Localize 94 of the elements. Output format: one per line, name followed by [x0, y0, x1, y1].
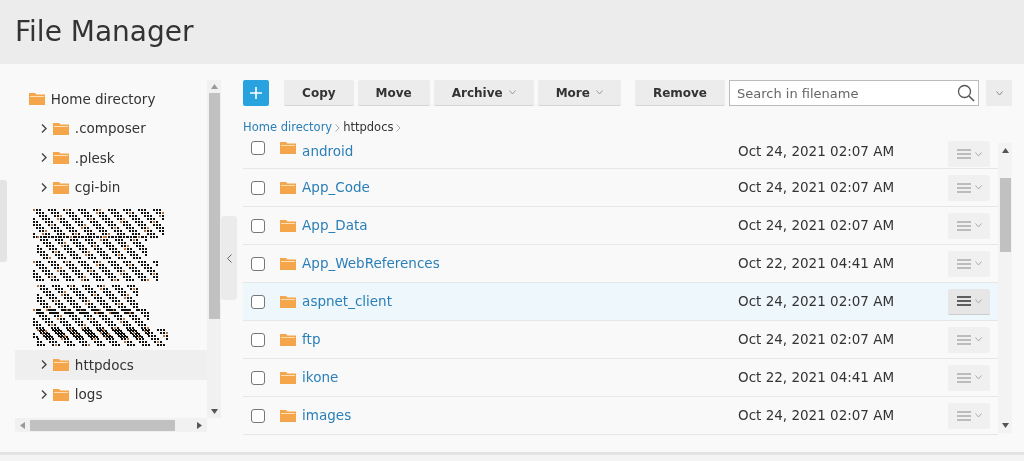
chevron-left-icon [226, 253, 232, 263]
tree-item[interactable]: Home directory [14, 84, 208, 114]
menu-icon [956, 149, 971, 159]
search-field[interactable]: Search in filename [729, 80, 979, 106]
menu-icon [956, 410, 971, 421]
tree-item[interactable]: httpdocs [14, 350, 208, 380]
checkbox[interactable] [251, 218, 266, 233]
modified-date: Oct 24, 2021 02:07 AM [738, 178, 896, 198]
modified-date: Oct 24, 2021 02:07 AM [738, 330, 896, 350]
breadcrumb-link[interactable]: Home directory [243, 119, 333, 137]
caret-icon [974, 261, 982, 266]
modified-date: Oct 24, 2021 02:07 AM [738, 216, 896, 236]
file-name-link[interactable]: images [302, 405, 352, 426]
scroll-thumb[interactable] [29, 419, 175, 431]
file-name-link[interactable]: ikone [302, 367, 339, 388]
scroll-thumb[interactable] [208, 93, 220, 319]
caret-icon [974, 151, 982, 157]
folder-icon [280, 371, 297, 384]
chevron-right-icon[interactable] [40, 153, 47, 163]
checkbox[interactable] [251, 256, 266, 271]
caret-icon [974, 337, 982, 342]
menu-icon [956, 258, 971, 269]
file-name-link[interactable]: App_Data [302, 215, 368, 236]
menu-icon [956, 182, 971, 193]
caret-icon [974, 375, 982, 380]
file-name-link[interactable]: ftp [302, 329, 321, 350]
chevron-right-icon[interactable] [40, 123, 47, 133]
chevron-right-icon[interactable] [40, 360, 47, 370]
caret-icon [974, 223, 982, 228]
file-name-link[interactable]: App_WebReferences [302, 253, 440, 274]
plus-icon [250, 87, 263, 99]
folder-icon [52, 180, 69, 194]
chevron-right-icon[interactable] [40, 389, 47, 399]
menu-icon [956, 372, 971, 383]
modified-date: Oct 24, 2021 02:07 AM [738, 292, 896, 312]
modified-date: Oct 24, 2021 02:07 AM [738, 142, 896, 161]
file-name-link[interactable]: aspnet_client [302, 291, 392, 312]
toolbar-button[interactable]: Remove [634, 80, 725, 106]
tree-item[interactable]: cgi-bin [14, 172, 208, 202]
checkbox[interactable] [251, 370, 266, 385]
toolbar-button[interactable]: Archive [433, 80, 534, 106]
chevron-right-icon[interactable] [40, 182, 47, 192]
page-title: File Manager [15, 14, 195, 50]
menu-icon [956, 334, 971, 345]
vertical-scrollbar[interactable] [207, 80, 222, 418]
menu-icon [956, 296, 971, 306]
toolbar-button[interactable]: Copy [284, 80, 354, 106]
folder-icon [280, 295, 297, 308]
caret-icon [974, 185, 982, 190]
scroll-down-icon[interactable] [1001, 423, 1009, 428]
checkbox[interactable] [251, 180, 266, 195]
folder-icon [280, 257, 297, 270]
checkbox[interactable] [251, 408, 266, 423]
tree-item[interactable]: .plesk [14, 143, 208, 173]
scroll-down-icon[interactable] [210, 409, 218, 414]
modified-date: Oct 24, 2021 02:07 AM [738, 406, 896, 426]
checkbox[interactable] [251, 141, 266, 155]
modified-date: Oct 22, 2021 04:41 AM [738, 368, 896, 388]
chevron-right-icon [396, 124, 402, 132]
caret-icon [974, 298, 982, 304]
breadcrumb-link[interactable]: httpdocs [343, 119, 394, 137]
horizontal-scrollbar[interactable] [14, 418, 208, 432]
folder-icon [280, 409, 297, 422]
folder-icon [280, 333, 297, 346]
modified-date: Oct 22, 2021 04:41 AM [738, 254, 896, 274]
tree-item[interactable]: logs [14, 379, 208, 409]
caret-icon [995, 90, 1003, 96]
checkbox[interactable] [251, 294, 266, 309]
collapse-handle[interactable] [221, 216, 238, 300]
folder-icon [280, 141, 297, 154]
search-icon[interactable] [957, 84, 975, 102]
folder-icon [52, 151, 69, 165]
folder-icon [52, 387, 69, 401]
chevron-right-icon [335, 124, 341, 132]
scroll-right-icon[interactable] [197, 421, 203, 429]
row-menu-button[interactable] [948, 288, 990, 315]
scroll-up-icon[interactable] [1001, 148, 1009, 153]
tree-item[interactable]: .composer [14, 113, 208, 143]
vertical-scrollbar[interactable] [998, 143, 1012, 433]
toolbar-button[interactable]: More [537, 80, 621, 106]
folder-icon [52, 121, 69, 135]
checkbox[interactable] [251, 332, 266, 347]
menu-icon [956, 220, 971, 231]
add-button[interactable] [243, 80, 270, 106]
caret-icon [974, 413, 982, 418]
file-name-link[interactable]: android [302, 141, 354, 162]
toolbar-button[interactable]: Move [357, 80, 430, 106]
scroll-thumb[interactable] [999, 178, 1011, 252]
scroll-left-icon[interactable] [19, 421, 25, 429]
folder-icon [280, 181, 297, 194]
folder-icon [52, 358, 69, 372]
file-name-link[interactable]: App_Code [302, 177, 370, 198]
folder-icon [280, 219, 297, 232]
folder-icon [28, 92, 45, 106]
